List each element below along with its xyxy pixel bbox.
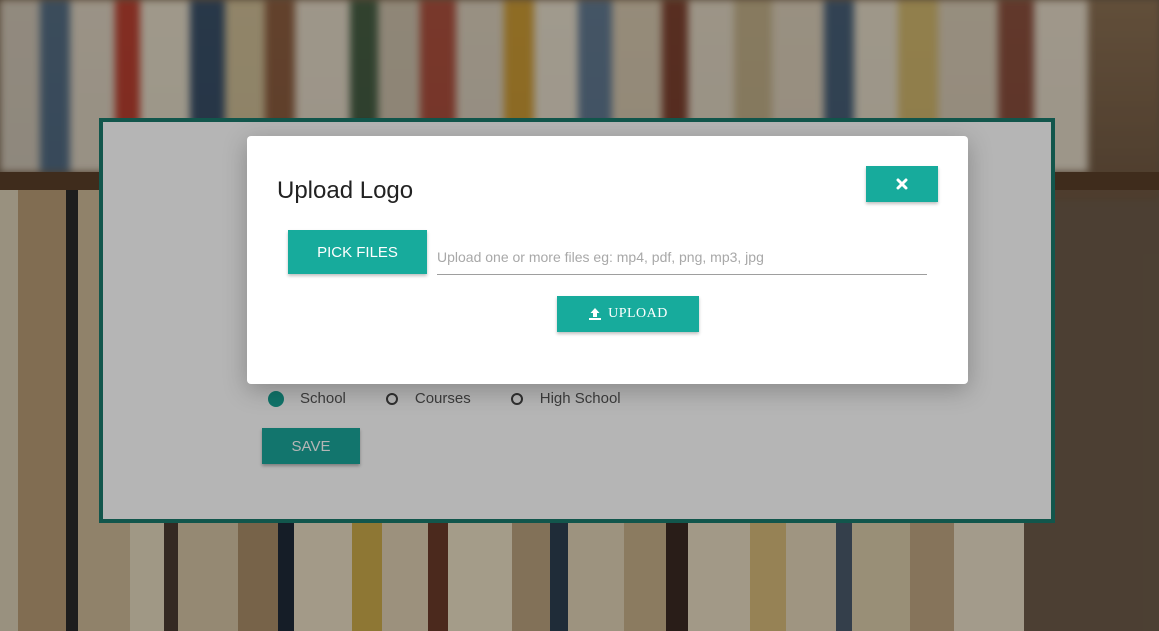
upload-button-label: UPLOAD <box>608 306 668 321</box>
close-icon <box>896 178 908 190</box>
upload-logo-modal: Upload Logo PICK FILES UPLOAD <box>247 136 968 384</box>
upload-icon <box>589 308 602 320</box>
pick-files-button[interactable]: PICK FILES <box>288 230 427 274</box>
file-path-input[interactable] <box>437 240 927 275</box>
close-button[interactable] <box>866 166 938 202</box>
modal-title: Upload Logo <box>277 177 414 204</box>
upload-button[interactable]: UPLOAD <box>557 296 699 332</box>
